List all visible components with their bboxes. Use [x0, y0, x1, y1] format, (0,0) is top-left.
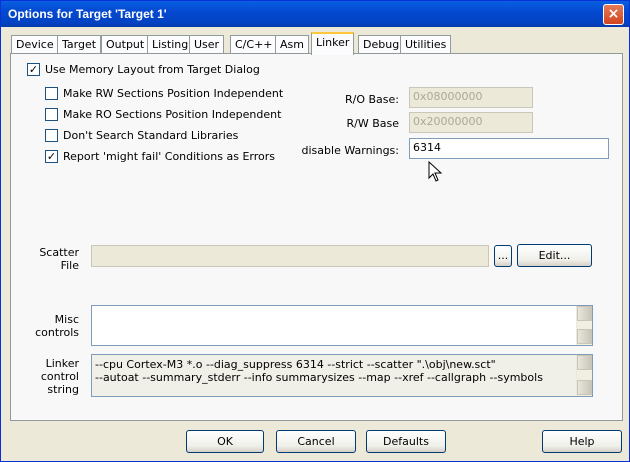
close-button[interactable]: × — [603, 4, 624, 25]
tab-device[interactable]: Device — [11, 35, 59, 54]
tab-target[interactable]: Target — [57, 35, 102, 54]
scatter-label-line1: Scatter — [39, 246, 79, 259]
defaults-button[interactable]: Defaults — [366, 430, 446, 453]
scatter-label-line2: File — [60, 259, 79, 272]
scroll-down-arrow[interactable] — [577, 380, 592, 395]
edit-scatter-button[interactable]: Edit... — [517, 244, 592, 267]
title-bar[interactable]: Options for Target 'Target 1' × — [1, 1, 629, 27]
use-memory-layout-checkbox[interactable]: ✓ Use Memory Layout from Target Dialog — [27, 63, 260, 79]
control-string-scrollbar[interactable] — [576, 355, 592, 396]
rw-base-field[interactable]: 0x20000000 — [409, 112, 533, 133]
checkbox-box — [45, 108, 58, 121]
tab-utilities[interactable]: Utilities — [400, 35, 452, 54]
misc-controls-input[interactable] — [91, 305, 593, 346]
check-icon: ✓ — [46, 150, 57, 163]
rw-independent-label: Make RW Sections Position Independent — [63, 87, 284, 100]
window-title: Options for Target 'Target 1' — [8, 7, 167, 21]
disable-warnings-input[interactable]: 6314 — [409, 138, 609, 159]
misc-controls-text — [92, 306, 592, 312]
linker-control-string-box[interactable]: --cpu Cortex-M3 *.o --diag_suppress 6314… — [91, 354, 593, 397]
dont-search-libs-label: Don't Search Standard Libraries — [63, 129, 239, 142]
control-string-line1: --cpu Cortex-M3 *.o --diag_suppress 6314… — [95, 358, 496, 371]
tab-debug[interactable]: Debug — [358, 35, 405, 54]
ro-independent-label: Make RO Sections Position Independent — [63, 108, 282, 121]
checkbox-box: ✓ — [27, 63, 40, 76]
control-string-line2: --autoat --summary_stderr --info summary… — [95, 371, 543, 384]
rw-base-label: R/W Base — [346, 117, 399, 130]
scroll-up-arrow[interactable] — [577, 355, 592, 370]
check-icon: ✓ — [28, 63, 39, 76]
tab-asm[interactable]: Asm — [275, 35, 309, 54]
misc-scrollbar[interactable] — [576, 306, 592, 345]
disable-warnings-label: disable Warnings: — [301, 144, 399, 157]
tab-output[interactable]: Output — [101, 35, 150, 54]
tab-c-cpp[interactable]: C/C++ — [230, 35, 278, 54]
scatter-browse-button[interactable]: ... — [494, 245, 512, 267]
mouse-pointer-icon — [428, 161, 443, 182]
tab-listing[interactable]: Listing — [147, 35, 194, 54]
rw-independent-checkbox[interactable]: Make RW Sections Position Independent — [45, 87, 283, 103]
tab-user[interactable]: User — [189, 35, 225, 54]
scatter-file-field[interactable] — [91, 245, 489, 267]
ro-base-label: R/O Base: — [345, 93, 399, 106]
control-string-label-line3: string — [47, 383, 79, 396]
help-button[interactable]: Help — [542, 430, 622, 453]
checkbox-box: ✓ — [45, 150, 58, 163]
misc-label-line2: controls — [35, 326, 79, 339]
cancel-button[interactable]: Cancel — [276, 430, 356, 453]
misc-label-line1: Misc — [54, 313, 79, 326]
ro-independent-checkbox[interactable]: Make RO Sections Position Independent — [45, 108, 281, 124]
ok-button[interactable]: OK — [186, 430, 264, 453]
report-might-fail-label: Report 'might fail' Conditions as Errors — [63, 150, 275, 163]
dont-search-libs-checkbox[interactable]: Don't Search Standard Libraries — [45, 129, 238, 145]
report-might-fail-checkbox[interactable]: ✓ Report 'might fail' Conditions as Error… — [45, 150, 275, 166]
checkbox-box — [45, 129, 58, 142]
ro-base-field[interactable]: 0x08000000 — [409, 87, 533, 108]
tab-linker[interactable]: Linker — [311, 32, 355, 55]
checkbox-box — [45, 87, 58, 100]
scroll-up-arrow[interactable] — [577, 306, 592, 321]
scroll-down-arrow[interactable] — [577, 329, 592, 344]
close-icon: × — [607, 6, 620, 22]
options-dialog: Options for Target 'Target 1' × Device T… — [0, 0, 630, 462]
use-memory-layout-label: Use Memory Layout from Target Dialog — [45, 63, 260, 76]
control-string-label-line2: control — [40, 370, 79, 383]
control-string-label-line1: Linker — [45, 357, 79, 370]
